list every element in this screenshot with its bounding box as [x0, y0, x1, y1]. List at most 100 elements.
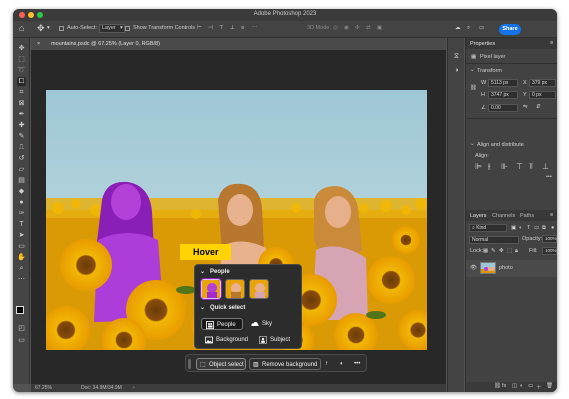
lock-all-icon[interactable]: 🔒︎ — [515, 248, 518, 255]
dodge-icon[interactable]: ● — [17, 198, 26, 207]
more-options-icon[interactable]: ••• — [354, 358, 360, 370]
align-center-icon[interactable]: ⊣ — [208, 25, 213, 31]
auto-select-checkbox[interactable] — [59, 26, 64, 31]
show-transform-checkbox[interactable] — [125, 26, 130, 31]
align-h-centers-icon[interactable]: ⫲ — [488, 162, 491, 172]
blur-icon[interactable]: ◆ — [17, 187, 26, 196]
more-icon[interactable]: ⋯ — [17, 275, 26, 284]
eye-icon[interactable]: 👁︎ — [470, 265, 477, 271]
fill-field[interactable]: 100% — [542, 247, 557, 255]
tab-channels[interactable]: Channels — [492, 213, 515, 219]
remove-background-button[interactable]: ▨ Remove background — [249, 358, 321, 370]
panel-menu-icon[interactable]: ≡ — [550, 212, 553, 218]
move-icon[interactable]: ✥ — [17, 44, 26, 53]
group-icon[interactable]: ▭ — [528, 383, 533, 389]
path-select-icon[interactable]: ➤ — [17, 231, 26, 240]
align-right-icon[interactable]: ⊤ — [219, 25, 224, 31]
filter-shape-icon[interactable]: ▭ — [534, 225, 539, 231]
select-subject-button[interactable]: Subject — [255, 334, 297, 346]
align-top-icon[interactable]: ⊥ — [230, 25, 235, 31]
chevron-down-icon[interactable]: ⌄ — [200, 268, 205, 275]
tab-properties[interactable]: Properties — [470, 41, 495, 47]
person-thumbnail-1[interactable] — [201, 279, 221, 299]
pan-3d-icon[interactable]: ✣ — [355, 25, 360, 31]
mask-icon[interactable]: ◫ — [512, 383, 517, 389]
quick-mask-icon[interactable]: ◰ — [17, 324, 26, 333]
close-tab-icon[interactable]: × — [37, 41, 40, 47]
crop-icon[interactable]: ⌗ — [17, 88, 26, 97]
height-field[interactable]: 3747 px — [488, 91, 518, 99]
lock-artboard-icon[interactable]: ⬚ — [507, 248, 512, 254]
transform-icon[interactable]: ⟊ — [326, 358, 328, 370]
align-left-edges-icon[interactable]: ⊫ — [475, 162, 482, 171]
hand-icon[interactable]: ✋ — [17, 253, 26, 262]
filter-pixel-icon[interactable]: ▣ — [511, 225, 516, 231]
type-icon[interactable]: T — [17, 220, 26, 229]
gradient-icon[interactable]: ▤ — [17, 176, 26, 185]
share-button[interactable]: Share — [499, 24, 521, 35]
select-people-button[interactable]: People — [201, 318, 243, 330]
drag-handle-icon[interactable] — [188, 359, 191, 369]
layer-select-dropdown[interactable]: Layer ▾ — [99, 24, 125, 33]
layer-name[interactable]: photo — [499, 265, 513, 271]
slide-3d-icon[interactable]: ⇄ — [366, 25, 371, 31]
select-sky-button[interactable]: Sky — [247, 318, 293, 330]
chevron-down-icon[interactable]: ⌄ — [200, 304, 205, 311]
align-top-edges-icon[interactable]: ⊤ — [516, 162, 523, 171]
trash-icon[interactable]: 🗑︎ — [546, 383, 553, 389]
new-layer-icon[interactable]: ＋ — [536, 383, 542, 391]
workspace-icon[interactable]: ▭ — [479, 25, 484, 31]
flip-vertical-icon[interactable]: ⇵ — [536, 104, 541, 110]
align-v-centers-icon[interactable]: ⫪ — [529, 162, 534, 172]
object-select-icon[interactable]: ⧠ — [17, 77, 26, 86]
zoom-icon[interactable]: ⌕ — [17, 264, 26, 273]
more-options-icon[interactable]: ••• — [546, 174, 552, 180]
document-tab[interactable]: × mountains.psdc @ 67.25% (Layer 0, RGB/… — [31, 38, 446, 50]
opacity-field[interactable]: 100% — [542, 235, 557, 243]
lock-pixels-icon[interactable]: ▦ — [483, 248, 488, 254]
select-background-button[interactable]: Background — [201, 334, 251, 346]
shape-icon[interactable]: ▭ — [17, 242, 26, 251]
move-tool-icon[interactable]: ✥ — [37, 23, 45, 34]
healing-icon[interactable]: ✚ — [17, 121, 26, 130]
tab-layers[interactable]: Layers — [470, 213, 487, 219]
scale-3d-icon[interactable]: ▣ — [377, 25, 382, 31]
doc-size[interactable]: Doc: 34.9M/34.9M — [81, 385, 122, 391]
person-thumbnail-3[interactable] — [249, 279, 269, 299]
align-middle-icon[interactable]: ≡ — [241, 25, 244, 31]
marquee-icon[interactable]: ⬚ — [17, 55, 26, 64]
link-icon[interactable]: ⛓ — [470, 85, 477, 91]
panel-menu-icon[interactable]: ≡ — [550, 40, 553, 46]
x-field[interactable]: 379 px — [529, 79, 556, 87]
roll-3d-icon[interactable]: ◉ — [344, 25, 349, 31]
chevron-down-icon[interactable]: ▾ — [47, 25, 50, 31]
align-right-edges-icon[interactable]: ⊪ — [501, 162, 508, 171]
layer-row[interactable]: 👁︎ photo — [466, 260, 557, 277]
foreground-color-swatch[interactable] — [16, 306, 24, 314]
chevron-right-icon[interactable]: › — [133, 385, 135, 391]
flip-horizontal-icon[interactable]: ⇋ — [523, 104, 528, 110]
layer-filter-select[interactable]: ⌕ Kind — [469, 224, 507, 232]
adjustment-layer-icon[interactable]: ◐ — [520, 383, 523, 389]
link-layers-icon[interactable]: ⛓ — [494, 383, 501, 389]
orbit-3d-icon[interactable]: ◎ — [333, 25, 338, 31]
lock-paint-icon[interactable]: ✎ — [491, 248, 496, 254]
blend-mode-select[interactable]: Normal — [469, 236, 519, 244]
tab-paths[interactable]: Paths — [520, 213, 534, 219]
cloud-docs-icon[interactable]: ☁ — [455, 25, 461, 31]
eraser-icon[interactable]: ▱ — [17, 165, 26, 174]
adjustments-icon[interactable]: ◑ — [452, 66, 461, 75]
chevron-down-icon[interactable]: ⌄ — [470, 141, 475, 147]
home-icon[interactable]: ⌂ — [19, 23, 24, 33]
search-icon[interactable]: ⌕ — [467, 25, 470, 32]
object-select-button[interactable]: ⬚ Object select — [196, 358, 246, 370]
y-field[interactable]: 0 px — [529, 91, 556, 99]
history-brush-icon[interactable]: ↺ — [17, 154, 26, 163]
pen-icon[interactable]: ✑ — [17, 209, 26, 218]
lock-move-icon[interactable]: ✥ — [499, 248, 504, 254]
adjustment-icon[interactable]: ◐ — [340, 358, 344, 370]
chevron-down-icon[interactable]: ⌄ — [470, 67, 475, 73]
frame-icon[interactable]: ⊠ — [17, 99, 26, 108]
width-field[interactable]: 5113 px — [488, 79, 518, 87]
fx-icon[interactable]: fx — [502, 383, 506, 389]
